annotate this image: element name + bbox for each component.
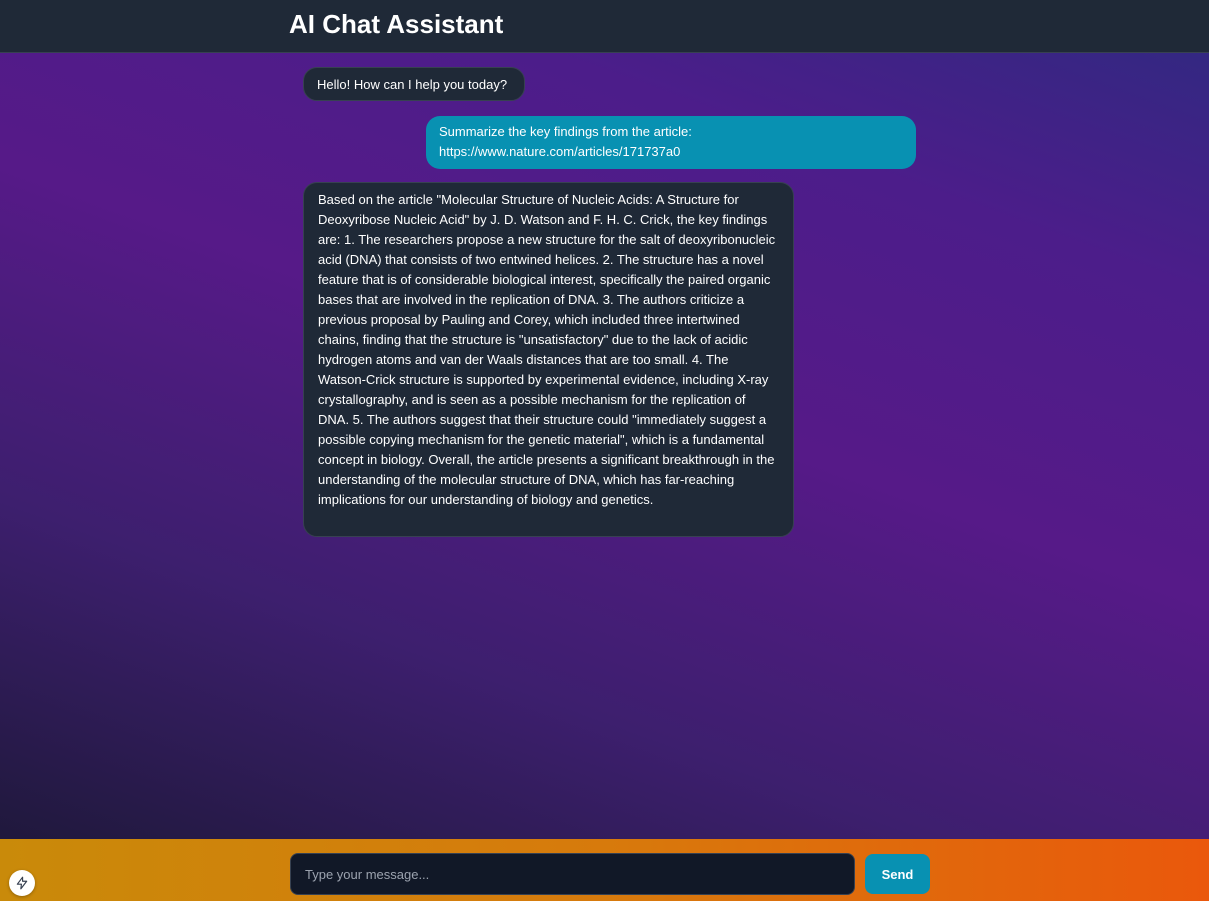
assistant-message: Based on the article "Molecular Structur… xyxy=(303,182,794,537)
page-title: AI Chat Assistant xyxy=(289,9,504,39)
message-composer: Send xyxy=(0,839,1209,901)
message-input[interactable] xyxy=(290,853,855,895)
assistant-message: Hello! How can I help you today? xyxy=(303,67,525,101)
lightning-badge[interactable] xyxy=(9,870,35,896)
chat-area[interactable]: Hello! How can I help you today? Summari… xyxy=(0,53,1209,839)
user-message: Summarize the key findings from the arti… xyxy=(426,116,916,169)
app-header: AI Chat Assistant xyxy=(0,0,1209,53)
send-button[interactable]: Send xyxy=(865,854,930,894)
lightning-bolt-icon xyxy=(16,876,28,890)
